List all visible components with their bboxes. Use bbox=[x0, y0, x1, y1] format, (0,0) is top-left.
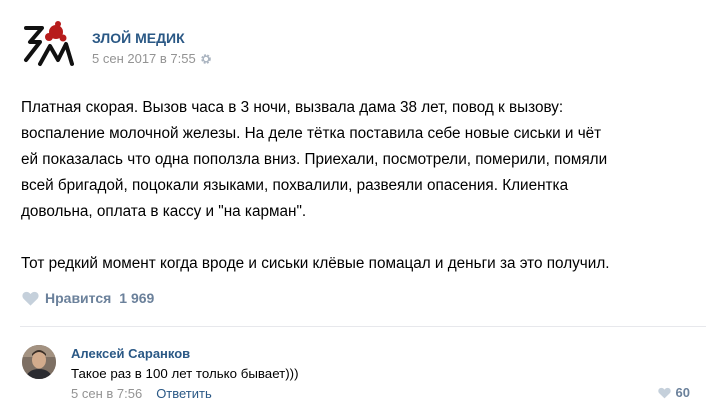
gear-icon[interactable] bbox=[200, 53, 212, 65]
comment-meta: 5 сен в 7:56 Ответить bbox=[71, 386, 212, 401]
post-date[interactable]: 5 сен 2017 в 7:55 bbox=[92, 51, 196, 66]
post-text-line: воспаление молочной железы. На деле тётк… bbox=[21, 125, 602, 142]
divider bbox=[20, 326, 706, 327]
like-button[interactable]: Нравится 1 969 bbox=[22, 290, 154, 306]
comment-author-link[interactable]: Алексей Саранков bbox=[71, 346, 190, 361]
comment-like-count: 60 bbox=[675, 385, 690, 400]
like-count: 1 969 bbox=[119, 290, 155, 306]
post-date-line: 5 сен 2017 в 7:55 bbox=[92, 51, 212, 66]
reply-button[interactable]: Ответить bbox=[156, 386, 212, 401]
heart-icon bbox=[22, 291, 39, 306]
comment-date[interactable]: 5 сен в 7:56 bbox=[71, 386, 142, 401]
post-author-link[interactable]: ЗЛОЙ МЕДИК bbox=[92, 30, 185, 46]
logo-icon[interactable] bbox=[20, 18, 74, 72]
post-text-line: всей бригадой, поцокали языками, похвали… bbox=[21, 177, 569, 194]
like-label: Нравится bbox=[45, 290, 112, 306]
comment-text: Такое раз в 100 лет только бывает))) bbox=[71, 366, 299, 381]
heart-icon bbox=[657, 387, 671, 398]
comment-item: Алексей Саранков Такое раз в 100 лет тол… bbox=[22, 345, 692, 402]
post-text-line: Платная скорая. Вызов часа в 3 ночи, выз… bbox=[21, 99, 564, 116]
post-header: ЗЛОЙ МЕДИК 5 сен 2017 в 7:55 bbox=[20, 18, 680, 74]
comment-like-button[interactable]: 60 bbox=[657, 385, 690, 400]
post-text-line: ей показалась что одна поползла вниз. Пр… bbox=[21, 151, 608, 168]
post-text-line: довольна, оплата в кассу и "на карман". bbox=[21, 203, 307, 220]
post-text: Платная скорая. Вызов часа в 3 ночи, выз… bbox=[21, 95, 691, 277]
avatar[interactable] bbox=[22, 345, 56, 379]
post-text-line: Тот редкий момент когда вроде и сиськи к… bbox=[21, 255, 610, 272]
